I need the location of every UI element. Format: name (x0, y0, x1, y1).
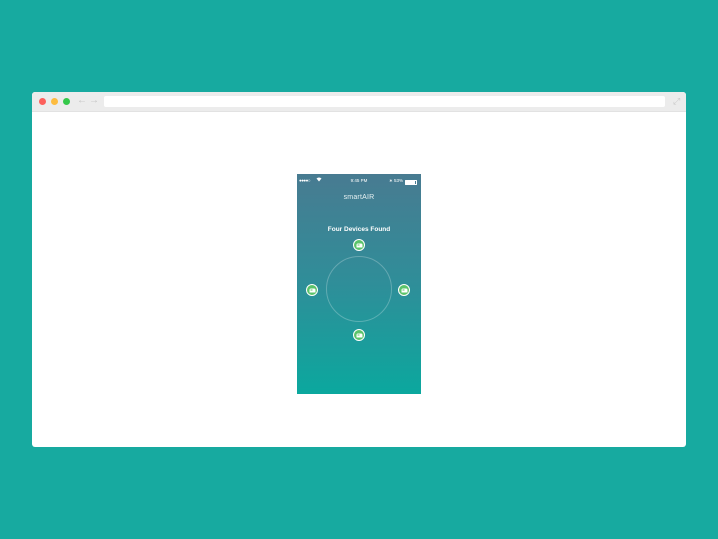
air-purifier-icon (401, 288, 407, 292)
scan-ring (326, 256, 392, 322)
device-button-4[interactable] (353, 329, 365, 341)
address-bar[interactable] (104, 96, 665, 107)
battery-tip (416, 180, 417, 183)
close-window-button[interactable] (39, 98, 46, 105)
arrow-left-icon[interactable]: ← (77, 95, 87, 107)
devices-found-heading: Four Devices Found (327, 226, 391, 233)
battery-icon (405, 179, 417, 186)
app-title: smartAIR (343, 194, 375, 201)
device-button-3[interactable] (398, 284, 410, 296)
air-purifier-icon (356, 333, 362, 337)
air-purifier-icon (356, 243, 362, 247)
maximize-window-button[interactable] (63, 98, 70, 105)
air-purifier-icon (309, 288, 315, 292)
device-button-2[interactable] (306, 284, 318, 296)
browser-toolbar: ← → ⤢ (32, 92, 686, 112)
arrow-right-icon[interactable]: → (89, 95, 99, 107)
browser-window: ← → ⤢ ●●●●○ 9:45 PM ∗ 53% smartAIR Four … (32, 92, 686, 447)
status-bar: ●●●●○ 9:45 PM ∗ 53% (297, 177, 421, 186)
bluetooth-icon: ∗ (389, 178, 393, 183)
battery-percent: 53% (394, 178, 404, 183)
minimize-window-button[interactable] (51, 98, 58, 105)
device-button-1[interactable] (353, 239, 365, 251)
expand-icon[interactable]: ⤢ (673, 95, 680, 107)
phone-screen: ●●●●○ 9:45 PM ∗ 53% smartAIR Four Device… (297, 174, 421, 394)
